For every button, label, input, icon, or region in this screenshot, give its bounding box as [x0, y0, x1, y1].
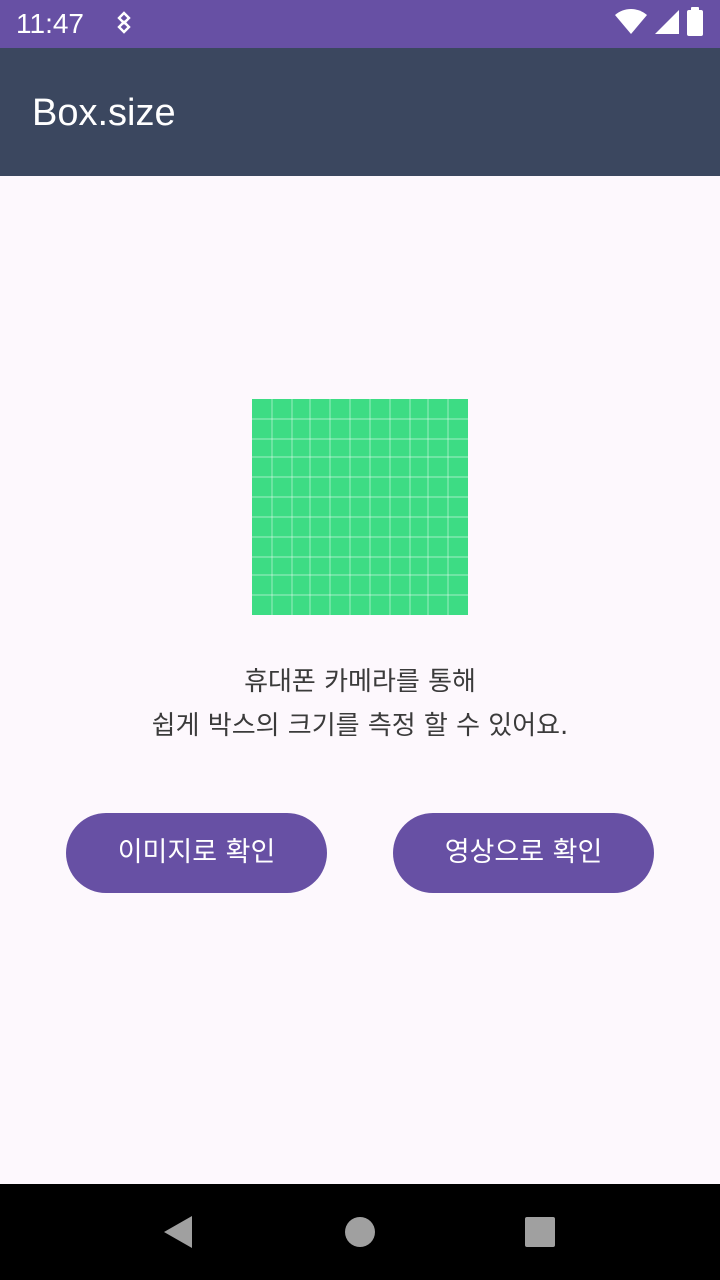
status-bar: 11:47	[0, 0, 720, 48]
screen: 11:47 Box.size 휴대폰 카메라를 통해 쉽게 박스의 크기를 측정…	[0, 0, 720, 1280]
description-line-2: 쉽게 박스의 크기를 측정 할 수 있어요.	[151, 711, 569, 741]
status-time: 11:47	[16, 8, 84, 39]
status-icons	[614, 7, 704, 41]
check-by-image-button[interactable]: 이미지로 확인	[66, 813, 327, 893]
grid-icon	[252, 399, 468, 615]
app-title: Box.size	[32, 92, 176, 134]
description-line-1: 휴대폰 카메라를 통해	[244, 667, 476, 697]
signal-icon	[654, 8, 680, 40]
notification-icon	[112, 10, 136, 38]
check-by-video-button[interactable]: 영상으로 확인	[393, 813, 654, 893]
wifi-icon	[614, 8, 648, 40]
battery-icon	[686, 7, 704, 41]
home-icon[interactable]	[344, 1216, 376, 1248]
recents-icon[interactable]	[524, 1216, 556, 1248]
description: 휴대폰 카메라를 통해 쉽게 박스의 크기를 측정 할 수 있어요.	[0, 660, 720, 748]
back-icon[interactable]	[162, 1214, 194, 1250]
app-bar: Box.size	[0, 48, 720, 176]
navigation-bar	[0, 1184, 720, 1280]
